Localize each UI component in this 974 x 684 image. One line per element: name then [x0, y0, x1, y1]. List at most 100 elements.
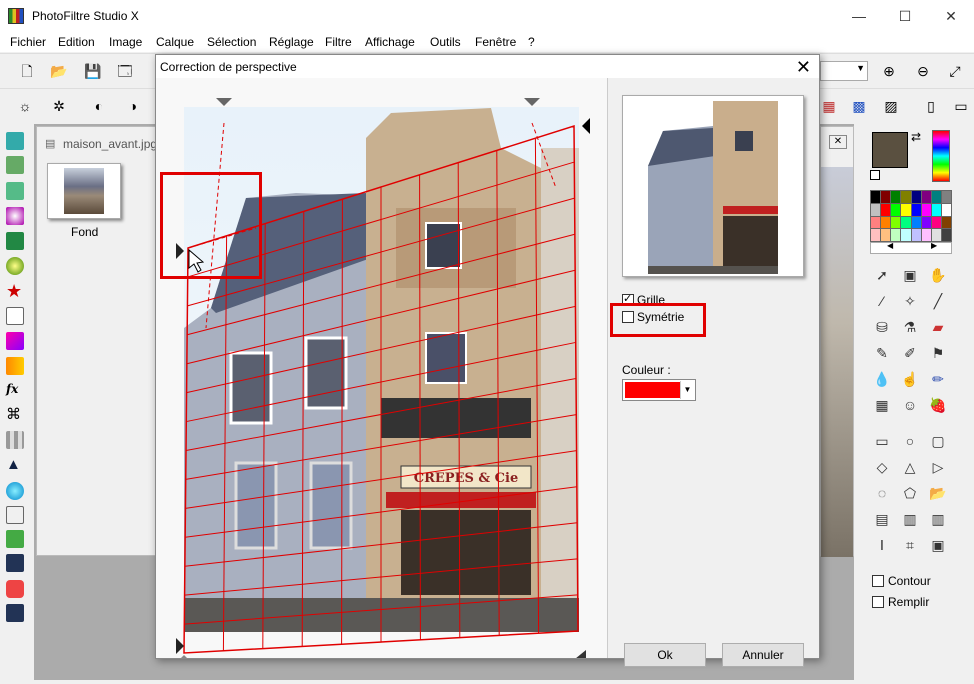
menu-fichier[interactable]: Fichier [10, 35, 46, 49]
swap-colors-icon[interactable]: ⇄ [911, 130, 921, 144]
ratio-4-3-icon[interactable]: ▥ [900, 509, 920, 529]
select-all-icon[interactable]: ▤ [872, 509, 892, 529]
palette-color[interactable] [871, 191, 881, 203]
selection-tool-icon[interactable]: ▣ [900, 265, 920, 285]
diamond-shape-icon[interactable]: ◇ [872, 457, 892, 477]
palette-color[interactable] [911, 191, 921, 203]
menu-outils[interactable]: Outils [430, 35, 461, 49]
monitor-icon[interactable] [6, 182, 24, 200]
line-icon[interactable]: ╱ [928, 291, 948, 311]
palette-color[interactable] [871, 229, 881, 241]
palette-color[interactable] [921, 216, 931, 229]
palette-color[interactable] [881, 229, 891, 241]
palette-color[interactable] [891, 216, 901, 229]
rectangle-shape-icon[interactable]: ▭ [872, 431, 892, 451]
color-spectrum[interactable] [932, 130, 950, 182]
pf-logo-icon[interactable] [6, 580, 24, 598]
menu-selection[interactable]: Sélection [207, 35, 256, 49]
gradient-fill-icon[interactable] [6, 357, 24, 375]
stamp-icon[interactable]: ⚑ [928, 343, 948, 363]
sphere-icon[interactable] [6, 207, 24, 225]
palette-color[interactable] [891, 203, 901, 216]
function-icon[interactable]: fx [6, 382, 24, 400]
clone-brush-icon[interactable]: ✏ [928, 369, 948, 389]
zoom-select[interactable]: ▼ [820, 61, 868, 81]
crop-icon[interactable]: ⌗ [900, 535, 920, 555]
fill-bucket-icon[interactable]: ⛁ [872, 317, 892, 337]
save-html-icon[interactable] [6, 604, 24, 622]
fill-checkbox[interactable]: Remplir [872, 595, 929, 609]
handle-left-bottom[interactable] [176, 638, 184, 654]
dialog-close-button[interactable]: ✕ [796, 57, 811, 78]
chevron-left-icon[interactable]: ◀ [887, 241, 893, 250]
palette-color[interactable] [871, 203, 881, 216]
fit-window-icon[interactable]: ⤢ [946, 62, 964, 80]
filter-icon[interactable]: ▨ [882, 97, 900, 115]
contrast-up-icon[interactable]: ◑ [124, 97, 142, 115]
palette-color[interactable] [921, 229, 931, 241]
ok-button[interactable]: Ok [624, 643, 706, 667]
zoom-out-icon[interactable]: ⊖ [914, 62, 932, 80]
close-button[interactable]: ✕ [928, 0, 974, 32]
menu-affichage[interactable]: Affichage [365, 35, 415, 49]
eyedropper-icon[interactable]: ⁄ [872, 291, 892, 311]
palette-color[interactable] [881, 191, 891, 203]
menu-image[interactable]: Image [109, 35, 142, 49]
contour-checkbox[interactable]: Contour [872, 574, 931, 588]
brightness-down-icon[interactable]: ☼ [16, 97, 34, 115]
ellipse-shape-icon[interactable]: ○ [900, 431, 920, 451]
palette-color[interactable] [871, 216, 881, 229]
default-colors-icon[interactable] [870, 170, 880, 180]
image-list-icon[interactable] [6, 156, 24, 174]
palette-color[interactable] [901, 203, 911, 216]
palette-color[interactable] [911, 203, 921, 216]
handle-bottom-right[interactable] [570, 650, 586, 658]
palette-color[interactable] [931, 216, 941, 229]
gradient-icon[interactable]: ▦ [820, 97, 838, 115]
open-shape-icon[interactable]: 📂 [928, 483, 948, 503]
menu-filtre[interactable]: Filtre [325, 35, 352, 49]
polygon-lasso-icon[interactable]: ⬠ [900, 483, 920, 503]
film-icon[interactable] [6, 530, 24, 548]
palette-color[interactable] [941, 191, 951, 203]
grid-icon[interactable] [6, 431, 24, 449]
handle-top-left[interactable] [216, 98, 232, 106]
histogram-icon[interactable]: ▲ [6, 456, 24, 474]
magic-wand-icon[interactable]: ✧ [900, 291, 920, 311]
new-file-icon[interactable]: 🗋 [18, 62, 36, 80]
menu-calque[interactable]: Calque [156, 35, 194, 49]
chevron-down-icon[interactable]: ▼ [680, 381, 694, 399]
handle-top-right[interactable] [524, 98, 540, 106]
lasso-icon[interactable]: ◌ [872, 483, 892, 503]
palette-color[interactable] [881, 203, 891, 216]
export-icon[interactable]: ▭ [952, 97, 970, 115]
eraser-icon[interactable]: ▰ [928, 317, 948, 337]
book-icon[interactable]: ▯ [922, 97, 940, 115]
globe-icon[interactable] [6, 257, 24, 275]
palette-color[interactable] [941, 203, 951, 216]
triangle-shape-icon[interactable]: △ [900, 457, 920, 477]
brush-icon[interactable]: ✎ [872, 343, 892, 363]
palette-color[interactable] [901, 229, 911, 241]
handle-bottom-left[interactable] [176, 655, 192, 658]
page-icon[interactable] [6, 307, 24, 325]
palette-color[interactable] [921, 191, 931, 203]
color-dropdown[interactable]: ▼ [622, 379, 696, 401]
zoom-in-icon[interactable]: ⊕ [880, 62, 898, 80]
layer-thumbnail[interactable] [47, 163, 121, 219]
strawberry-icon[interactable]: 🍓 [928, 395, 948, 415]
palette-color[interactable] [901, 216, 911, 229]
maximize-button[interactable]: ☐ [882, 0, 928, 32]
select-arrow-icon[interactable]: ➚ [872, 265, 892, 285]
color-palette[interactable] [870, 190, 952, 242]
palette-color[interactable] [901, 191, 911, 203]
palette-color[interactable] [891, 229, 901, 241]
menu-edition[interactable]: Edition [58, 35, 95, 49]
foreground-color-swatch[interactable] [872, 132, 908, 168]
camera-icon[interactable] [6, 232, 24, 250]
chevron-right-icon[interactable]: ▶ [931, 241, 937, 250]
spray-icon[interactable]: ⚗ [900, 317, 920, 337]
bubble-icon[interactable] [6, 482, 24, 500]
star-icon[interactable]: ★ [6, 282, 24, 300]
hand-icon[interactable]: ✋ [928, 265, 948, 285]
